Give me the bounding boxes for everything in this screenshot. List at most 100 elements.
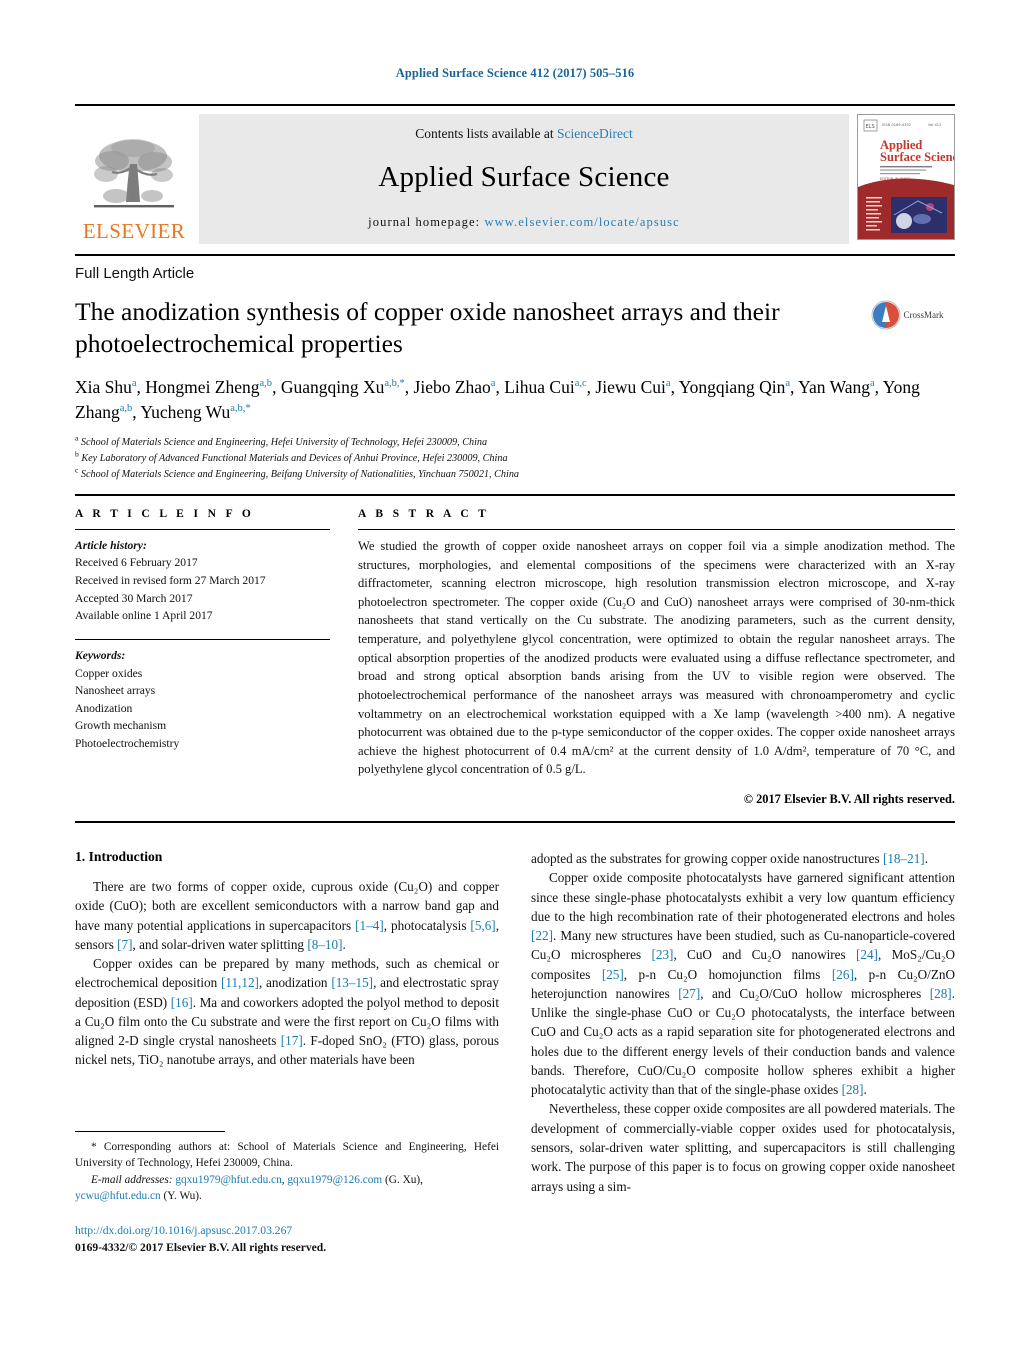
- article-header: Full Length Article The anodization synt…: [75, 254, 955, 483]
- body-paragraph: Copper oxide composite photocatalysts ha…: [531, 870, 955, 1098]
- keyword-item: Growth mechanism: [75, 719, 167, 733]
- article-history-item: Accepted 30 March 2017: [75, 591, 193, 605]
- keywords-divider: [75, 638, 330, 640]
- footnote-divider: [75, 1131, 225, 1132]
- sciencedirect-link[interactable]: ScienceDirect: [557, 126, 633, 141]
- affiliation-item: c School of Materials Science and Engine…: [75, 465, 520, 481]
- doi-link[interactable]: http://dx.doi.org/10.1016/j.apsusc.2017.…: [75, 1222, 499, 1239]
- author-name: Guangqing Xu: [280, 376, 385, 397]
- keywords-label: Keywords:: [75, 648, 126, 662]
- author-affiliation-marker: a: [490, 377, 496, 389]
- abstract-text: We studied the growth of copper oxide na…: [358, 538, 955, 777]
- citation-reference[interactable]: [7]: [117, 937, 132, 952]
- citation-reference[interactable]: [1–4]: [355, 918, 384, 933]
- journal-homepage-line: journal homepage: www.elsevier.com/locat…: [209, 215, 839, 230]
- article-history-item: Received 6 February 2017: [75, 556, 198, 570]
- svg-text:Surface Science: Surface Science: [880, 150, 954, 164]
- keyword-item: Photoelectrochemistry: [75, 736, 180, 750]
- citation-reference[interactable]: [24]: [856, 947, 878, 962]
- abstract-copyright: © 2017 Elsevier B.V. All rights reserved…: [743, 792, 955, 806]
- affiliation-item: b Key Laboratory of Advanced Functional …: [75, 449, 508, 465]
- author-name: Jiewu Cui: [595, 376, 666, 397]
- running-head: Applied Surface Science 412 (2017) 505–5…: [395, 66, 635, 80]
- citation-reference[interactable]: [26]: [832, 967, 854, 982]
- author-affiliation-marker: a: [869, 377, 875, 389]
- info-divider: [75, 528, 330, 530]
- citation-reference[interactable]: [28]: [930, 986, 952, 1001]
- journal-band: Contents lists available at ScienceDirec…: [199, 114, 849, 244]
- keyword-items: Copper oxides Nanosheet arrays Anodization…: [75, 665, 330, 753]
- author-affiliation-marker: a,b,*: [230, 402, 251, 414]
- citation-reference[interactable]: [17]: [281, 1033, 303, 1048]
- author-name: Lihua Cui: [504, 376, 575, 397]
- section-heading-introduction: 1. Introduction: [75, 849, 163, 864]
- crossmark-icon: [871, 300, 900, 330]
- citation-reference[interactable]: [27]: [678, 986, 700, 1001]
- keyword-item: Nanosheet arrays: [75, 684, 156, 698]
- author-affiliation-marker: a,b: [259, 377, 273, 389]
- journal-homepage-link[interactable]: www.elsevier.com/locate/apsusc: [484, 215, 679, 229]
- citation-reference[interactable]: [25]: [602, 967, 624, 982]
- article-history-item: Received in revised form 27 March 2017: [75, 574, 266, 588]
- citation-reference[interactable]: [23]: [651, 947, 673, 962]
- author-name: Hongmei Zheng: [145, 376, 260, 397]
- homepage-prefix: journal homepage:: [368, 215, 485, 229]
- author-name: Xia Shu: [75, 376, 132, 397]
- citation-reference[interactable]: [8–10]: [307, 937, 342, 952]
- citation-reference[interactable]: [18–21]: [883, 851, 925, 866]
- author-affiliation-marker: a: [785, 377, 790, 389]
- crossmark-badge[interactable]: CrossMark: [859, 296, 955, 330]
- email-link-1[interactable]: gqxu1979@hfut.edu.cn: [175, 1174, 281, 1186]
- article-type-label: Full Length Article: [75, 265, 195, 282]
- elsevier-wordmark: ELSEVIER: [82, 219, 186, 243]
- author-affiliation-marker: a,c: [574, 377, 587, 389]
- citation-reference[interactable]: [13–15]: [331, 975, 373, 990]
- article-history-block: Article history: Received 6 February 201…: [75, 537, 330, 625]
- email-link-3[interactable]: ycwu@hfut.edu.cn: [75, 1190, 161, 1202]
- email-3-attribution: (Y. Wu).: [163, 1190, 202, 1203]
- right-column-paragraphs: adopted as the substrates for growing co…: [531, 849, 955, 1196]
- elsevier-logo: ELSEVIER: [75, 114, 193, 244]
- email-line-2: ycwu@hfut.edu.cn (Y. Wu).: [75, 1190, 202, 1202]
- contents-available-line: Contents lists available at ScienceDirec…: [209, 126, 839, 142]
- body-paragraph: Copper oxides can be prepared by many me…: [75, 956, 500, 1068]
- author-affiliation-marker: a: [665, 377, 671, 389]
- article-history-label: Article history:: [75, 538, 147, 552]
- citation-reference[interactable]: [16]: [171, 995, 193, 1010]
- doi-block: http://dx.doi.org/10.1016/j.apsusc.2017.…: [75, 1222, 499, 1257]
- citation-reference[interactable]: [22]: [531, 928, 553, 943]
- author-list: Xia Shua, Hongmei Zhenga,b, Guangqing Xu…: [75, 376, 920, 422]
- keywords-block: Keywords: Copper oxides Nanosheet arrays A…: [75, 647, 330, 753]
- email-link-2[interactable]: gqxu1979@126.com: [287, 1174, 382, 1186]
- page-title: The anodization synthesis of copper oxid…: [75, 297, 780, 359]
- corresponding-author-note: * Corresponding authors at: School of Ma…: [75, 1139, 499, 1205]
- body-column-right: adopted as the substrates for growing co…: [531, 849, 955, 1196]
- author-affiliation-marker: a,b,*: [384, 377, 405, 389]
- article-info-heading: A R T I C L E I N F O: [75, 507, 255, 520]
- elsevier-tree-icon: [86, 134, 182, 220]
- author-affiliation-marker: a: [131, 377, 137, 389]
- abstract-heading: A B S T R A C T: [358, 507, 490, 520]
- email-1-attribution: (G. Xu),: [385, 1173, 423, 1186]
- journal-article-page: Applied Surface Science 412 (2017) 505–5…: [0, 0, 1020, 1351]
- abstract-divider: [358, 528, 955, 530]
- body-paragraph: Nevertheless, these copper oxide composi…: [531, 1101, 955, 1194]
- svg-text:ELS: ELS: [866, 124, 875, 130]
- corresponding-author-text: * Corresponding authors at: School of Ma…: [75, 1141, 499, 1170]
- author-name: Yucheng Wu: [140, 401, 231, 422]
- svg-text:Vol 412: Vol 412: [928, 123, 941, 127]
- citation-reference[interactable]: [28]: [842, 1082, 864, 1097]
- article-history-item: Available online 1 April 2017: [75, 609, 213, 623]
- affiliation-item: a School of Materials Science and Engine…: [75, 434, 488, 449]
- body-paragraph: adopted as the substrates for growing co…: [531, 851, 928, 866]
- email-line: E-mail addresses: gqxu1979@hfut.edu.cn, …: [91, 1173, 423, 1186]
- journal-cover-thumbnail: ELS ISSN 0169-4332 Vol 412 Applied Surfa…: [857, 114, 955, 240]
- citation-reference[interactable]: [11,12]: [221, 975, 259, 990]
- body-paragraph: There are two forms of copper oxide, cup…: [75, 879, 499, 952]
- author-name: Yan Wang: [798, 376, 870, 397]
- journal-masthead: ELSEVIER Contents lists available at Sci…: [75, 104, 955, 244]
- abstract-column: A B S T R A C T We studied the growth of…: [358, 508, 955, 807]
- left-column-paragraphs: There are two forms of copper oxide, cup…: [75, 877, 499, 1070]
- info-abstract-panel: A R T I C L E I N F O Article history: R…: [75, 493, 955, 807]
- citation-reference[interactable]: [5,6]: [470, 918, 495, 933]
